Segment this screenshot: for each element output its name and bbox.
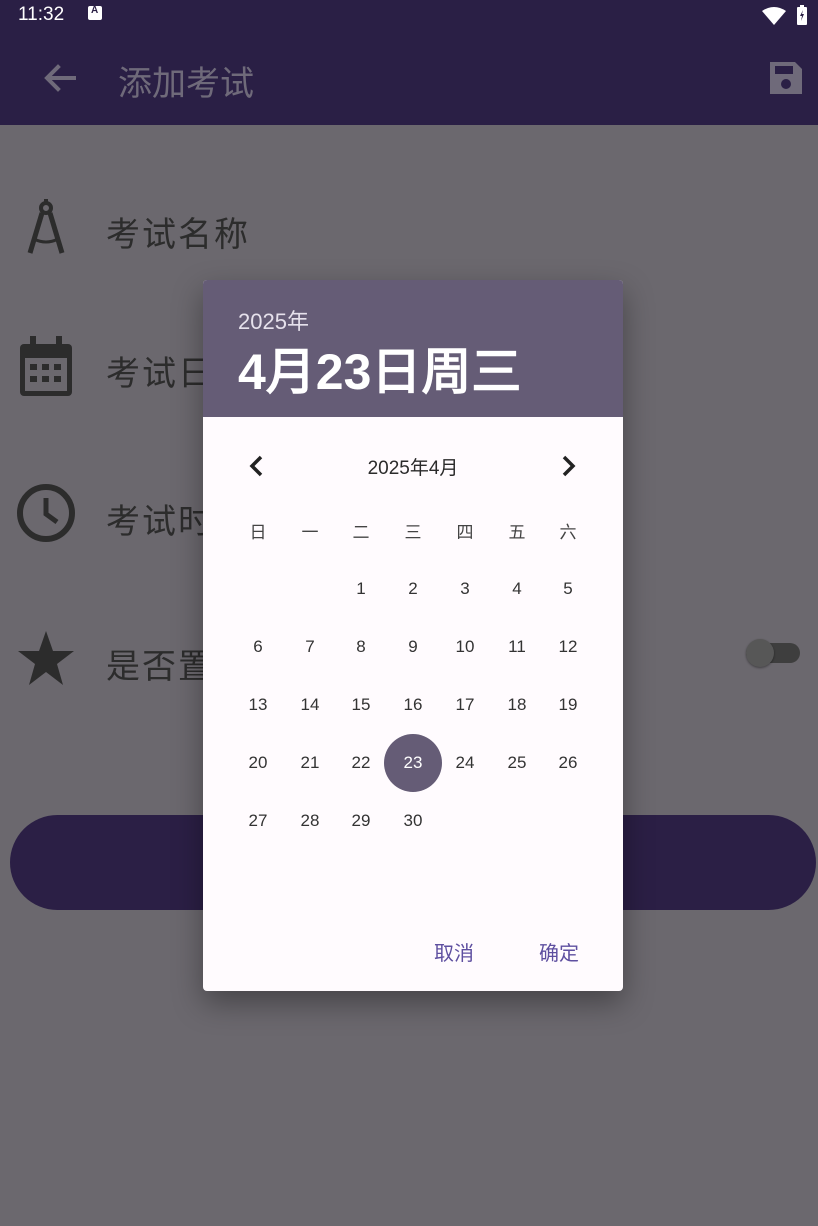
app-bar: 添加考试 xyxy=(0,30,818,125)
clock-icon xyxy=(17,484,75,542)
toggle-thumb xyxy=(746,639,774,667)
ok-button[interactable]: 确定 xyxy=(539,937,579,966)
weekday-label: 六 xyxy=(559,523,577,542)
day-cell[interactable]: 27 xyxy=(232,792,284,850)
day-cell[interactable]: 28 xyxy=(284,792,336,850)
day-cell[interactable]: 25 xyxy=(491,734,543,792)
day-cell[interactable]: 2 xyxy=(387,560,439,618)
day-cell[interactable]: 29 xyxy=(335,792,387,850)
day-cell[interactable]: 14 xyxy=(284,676,336,734)
day-cell[interactable]: 13 xyxy=(232,676,284,734)
battery-icon xyxy=(797,5,807,25)
chevron-right-icon[interactable] xyxy=(558,455,578,477)
day-cell[interactable]: 22 xyxy=(335,734,387,792)
day-cell[interactable]: 10 xyxy=(439,618,491,676)
weekday-label: 四 xyxy=(456,523,474,542)
day-cell[interactable]: 6 xyxy=(232,618,284,676)
exam-name-label: 考试名称 xyxy=(106,215,250,255)
day-cell[interactable]: 15 xyxy=(335,676,387,734)
day-cell[interactable]: 7 xyxy=(284,618,336,676)
day-cell[interactable]: 8 xyxy=(335,618,387,676)
day-cell[interactable]: 3 xyxy=(439,560,491,618)
notification-icon xyxy=(88,5,102,20)
pin-toggle[interactable] xyxy=(746,639,800,667)
day-cell[interactable]: 1 xyxy=(335,560,387,618)
day-cell[interactable]: 26 xyxy=(542,734,594,792)
weekday-label: 三 xyxy=(404,523,422,542)
page-title: 添加考试 xyxy=(118,64,254,104)
compass-icon xyxy=(27,199,65,254)
exam-name-row[interactable]: 考试名称 xyxy=(0,185,818,275)
day-cell[interactable]: 18 xyxy=(491,676,543,734)
selected-date: 4月23日周三 xyxy=(238,344,522,400)
day-cell[interactable]: 9 xyxy=(387,618,439,676)
day-cell[interactable]: 21 xyxy=(284,734,336,792)
day-cell[interactable]: 30 xyxy=(387,792,439,850)
status-bar: 11:32 xyxy=(0,0,818,30)
day-cell[interactable]: 12 xyxy=(542,618,594,676)
day-cell-selected[interactable]: 23 xyxy=(387,734,439,792)
cancel-button[interactable]: 取消 xyxy=(434,937,474,966)
calendar-icon xyxy=(20,336,72,396)
day-cell[interactable]: 4 xyxy=(491,560,543,618)
floppy-disk-icon[interactable] xyxy=(768,60,804,96)
day-cell[interactable]: 24 xyxy=(439,734,491,792)
weekday-label: 五 xyxy=(508,523,526,542)
status-time: 11:32 xyxy=(18,4,65,25)
arrow-left-icon[interactable] xyxy=(40,58,80,98)
pin-label: 是否置 xyxy=(106,647,214,687)
exam-time-label: 考试时 xyxy=(106,502,214,542)
day-cell[interactable]: 20 xyxy=(232,734,284,792)
date-picker-header: 2025年 4月23日周三 xyxy=(203,280,623,417)
weekday-label: 日 xyxy=(249,523,267,542)
day-cell[interactable]: 11 xyxy=(491,618,543,676)
day-cell[interactable]: 19 xyxy=(542,676,594,734)
wifi-icon xyxy=(762,7,786,25)
exam-date-label: 考试日 xyxy=(106,354,214,394)
day-cell[interactable]: 16 xyxy=(387,676,439,734)
weekday-label: 二 xyxy=(352,523,370,542)
month-navigation: 2025年4月 xyxy=(203,447,623,483)
day-cell[interactable]: 17 xyxy=(439,676,491,734)
day-cell[interactable]: 5 xyxy=(542,560,594,618)
star-icon xyxy=(18,631,74,685)
weekday-label: 一 xyxy=(301,523,319,542)
